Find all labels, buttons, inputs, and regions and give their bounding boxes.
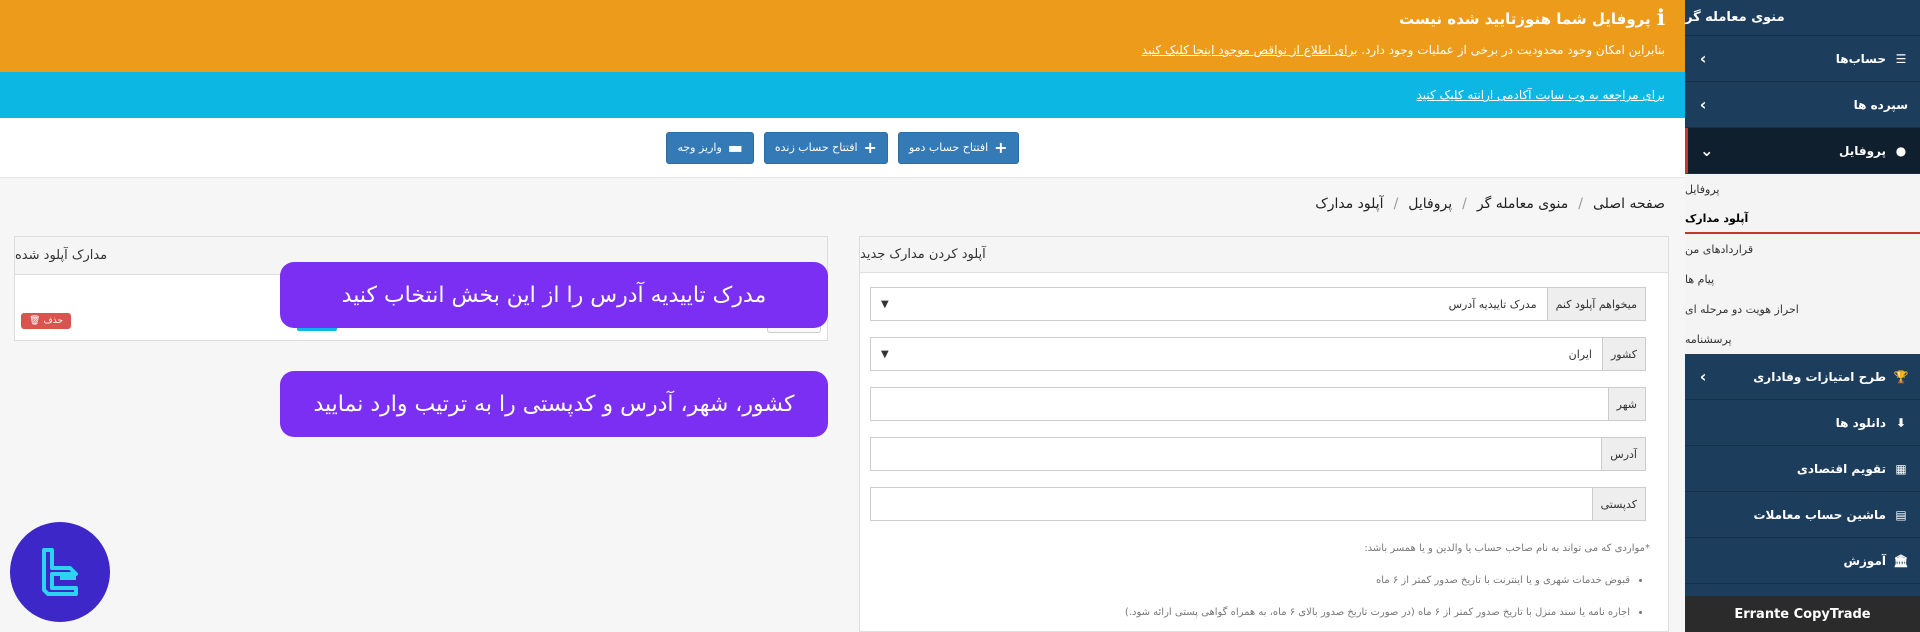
open-demo-account-button[interactable]: + افتتاح حساب دمو xyxy=(897,131,1019,164)
callout-select-document: مدرک تاییدیه آدرس را از این بخش انتخاب ک… xyxy=(280,262,828,328)
caret-down-icon: ▼ xyxy=(881,348,889,360)
profile-submenu: پروفایل آپلود مدارک قراردادهای من پیام ه… xyxy=(1685,174,1920,354)
breadcrumb: صفحه اصلی / منوی معامله گر / پروفایل / آپلو… xyxy=(1315,196,1665,212)
chevron-left-icon: ‹ xyxy=(1699,367,1707,386)
chevron-down-icon: ⌄ xyxy=(1700,141,1714,160)
credit-card-icon: ▬ xyxy=(727,138,743,157)
breadcrumb-trader-menu[interactable]: منوی معامله گر xyxy=(1477,196,1568,212)
trophy-icon: 🏆 xyxy=(1893,369,1909,384)
upload-panel-title: آپلود کردن مدارک جدید xyxy=(860,237,1668,273)
submenu-profile[interactable]: پروفایل xyxy=(1685,174,1920,204)
sidebar-item-calendar[interactable]: ▦ تقویم اقتصادی xyxy=(1685,446,1920,492)
sidebar-item-loyalty[interactable]: ‹ 🏆 طرح امتیازات وفاداری xyxy=(1685,354,1920,400)
sidebar-header: منوی معامله گر xyxy=(1685,0,1920,36)
calculator-icon: ▤ xyxy=(1895,507,1907,522)
submenu-two-factor[interactable]: احراز هویت دو مرحله ای xyxy=(1685,294,1920,324)
warning-banner: ℹ پروفایل شما هنوزتایید شده نیست بنابرای… xyxy=(0,0,1685,72)
breadcrumb-home[interactable]: صفحه اصلی xyxy=(1593,196,1665,212)
submenu-messages[interactable]: پیام ها xyxy=(1685,264,1920,294)
warning-text: بنابراین امکان وجود محدودیت در برخی از ع… xyxy=(1361,43,1665,57)
sidebar-item-accounts[interactable]: ‹ ☰ حساب‌ها xyxy=(1685,36,1920,82)
download-icon: ⬇ xyxy=(1895,415,1907,430)
postal-code-input[interactable]: کدپستی xyxy=(870,487,1646,521)
sidebar-item-deposits[interactable]: ‹ سپرده ها xyxy=(1685,82,1920,128)
warning-link[interactable]: برای اطلاع از نواقص موجود اینجا کلیک کنی… xyxy=(1142,43,1358,57)
address-input[interactable]: آدرس xyxy=(870,437,1646,471)
delete-button[interactable]: 🗑 حذف xyxy=(21,313,72,329)
country-select[interactable]: ایران ▼ کشور xyxy=(870,337,1646,371)
list-icon: ☰ xyxy=(1895,51,1907,66)
user-icon: ● xyxy=(1895,143,1907,158)
main-content: ℹ پروفایل شما هنوزتایید شده نیست بنابرای… xyxy=(0,0,1685,632)
bank-icon: 🏛 xyxy=(1893,553,1909,568)
plus-icon: + xyxy=(994,138,1008,157)
sidebar-item-calculator[interactable]: ▤ ماشین حساب معاملات xyxy=(1685,492,1920,538)
upload-documents-panel: آپلود کردن مدارک جدید مدرک تاییدیه آدرس ▼… xyxy=(859,236,1669,632)
info-icon: ℹ xyxy=(1656,6,1665,31)
open-live-account-button[interactable]: + افتتاح حساب زنده xyxy=(763,131,888,164)
submenu-my-contracts[interactable]: قراردادهای من xyxy=(1685,234,1920,264)
plus-icon: + xyxy=(863,138,877,157)
sidebar-item-downloads[interactable]: ⬇ دانلود ها xyxy=(1685,400,1920,446)
chevron-left-icon: ‹ xyxy=(1699,49,1707,68)
document-notes: *مواردی که می تواند به نام صاحب حساب یا … xyxy=(880,533,1650,629)
trash-icon: 🗑 xyxy=(29,316,41,326)
logo-mark-icon xyxy=(42,548,78,596)
document-type-select[interactable]: مدرک تاییدیه آدرس ▼ میخواهم آپلود کنم xyxy=(870,287,1646,321)
breadcrumb-profile[interactable]: پروفایل xyxy=(1408,196,1452,212)
chevron-left-icon: ‹ xyxy=(1699,95,1707,114)
info-banner: برای مراجعه به وب سایت آکادمی ارانته کلی… xyxy=(0,72,1685,118)
callout-enter-address: کشور، شهر، آدرس و کدپستی را به ترتیب وار… xyxy=(280,371,828,437)
caret-down-icon: ▼ xyxy=(881,298,889,310)
sidebar-item-profile[interactable]: ⌄ ● پروفایل xyxy=(1685,128,1920,174)
submenu-questionnaire[interactable]: پرسشنامه xyxy=(1685,324,1920,354)
copytrade-link[interactable]: Errante CopyTrade xyxy=(1685,596,1920,632)
warning-title: پروفایل شما هنوزتایید شده نیست xyxy=(1399,9,1651,28)
submenu-upload-documents[interactable]: آپلود مدارک xyxy=(1685,204,1920,234)
academy-link[interactable]: برای مراجعه به وب سایت آکادمی ارانته کلی… xyxy=(1416,88,1665,102)
city-input[interactable]: شهر xyxy=(870,387,1646,421)
action-bar: ▬ واریز وجه + افتتاح حساب زنده + افتتاح … xyxy=(0,118,1685,178)
breadcrumb-current: آپلود مدارک xyxy=(1315,196,1384,212)
sidebar: منوی معامله گر ‹ ☰ حساب‌ها ‹ سپرده ها ⌄ ●… xyxy=(1685,0,1920,632)
logo xyxy=(10,522,110,622)
deposit-button[interactable]: ▬ واریز وجه xyxy=(666,131,754,164)
calendar-icon: ▦ xyxy=(1895,461,1907,476)
sidebar-item-education[interactable]: 🏛 آموزش xyxy=(1685,538,1920,584)
